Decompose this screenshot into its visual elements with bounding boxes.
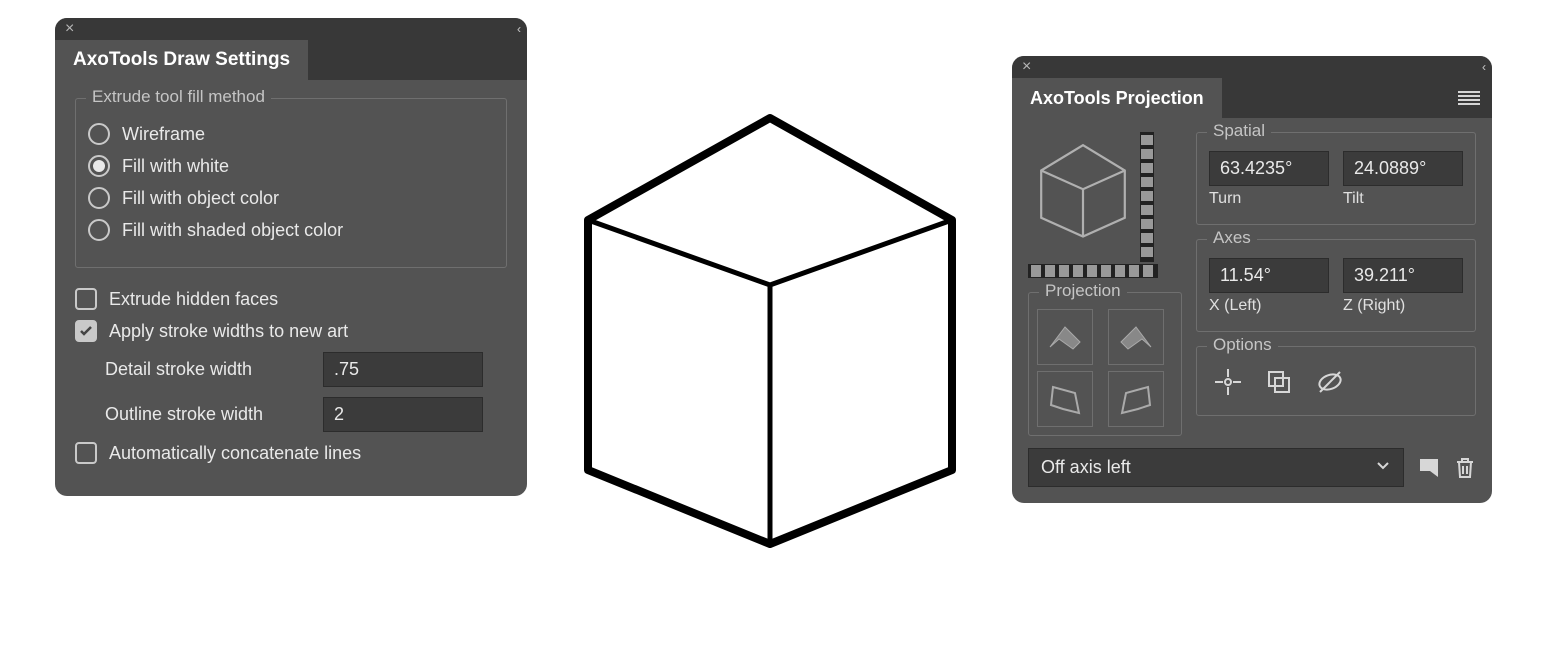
detail-stroke-input[interactable] xyxy=(323,352,483,387)
x-axis-input[interactable] xyxy=(1209,258,1329,293)
checkbox-label: Apply stroke widths to new art xyxy=(109,321,348,342)
checkbox-apply-stroke[interactable]: Apply stroke widths to new art xyxy=(75,320,507,342)
preview-column: Projection xyxy=(1028,132,1182,436)
chevron-down-icon xyxy=(1375,457,1391,478)
radio-fill-white[interactable]: Fill with white xyxy=(88,155,494,177)
projection-tab[interactable]: AxoTools Projection xyxy=(1012,78,1222,118)
tilt-input[interactable] xyxy=(1343,151,1463,186)
preview-row xyxy=(1028,132,1182,262)
close-icon[interactable]: × xyxy=(1022,58,1031,76)
preset-dropdown[interactable]: Off axis left xyxy=(1028,448,1404,487)
radio-icon xyxy=(88,123,110,145)
radio-icon xyxy=(88,219,110,241)
options-fieldset: Options xyxy=(1196,346,1476,416)
draw-settings-tab[interactable]: AxoTools Draw Settings xyxy=(55,40,308,80)
projection-front-button[interactable] xyxy=(1108,371,1164,427)
projection-panel: × ‹‹ AxoTools Projection xyxy=(1012,56,1492,503)
radio-icon xyxy=(88,155,110,177)
axes-legend: Axes xyxy=(1207,228,1257,248)
projection-grid xyxy=(1037,301,1173,427)
radio-label: Fill with white xyxy=(122,156,229,177)
panel-body: Projection xyxy=(1012,118,1492,503)
footer-row: Off axis left xyxy=(1028,448,1476,487)
tilt-ruler[interactable] xyxy=(1140,132,1154,262)
fill-method-legend: Extrude tool fill method xyxy=(86,87,271,107)
outline-stroke-input[interactable] xyxy=(323,397,483,432)
projection-legend: Projection xyxy=(1039,281,1127,301)
projection-fieldset: Projection xyxy=(1028,292,1182,436)
radio-fill-object-color[interactable]: Fill with object color xyxy=(88,187,494,209)
tab-row: AxoTools Draw Settings xyxy=(55,40,527,80)
spatial-fieldset: Spatial Turn Tilt xyxy=(1196,132,1476,225)
radio-label: Fill with shaded object color xyxy=(122,220,343,241)
checkbox-extrude-hidden[interactable]: Extrude hidden faces xyxy=(75,288,507,310)
radio-fill-shaded[interactable]: Fill with shaded object color xyxy=(88,219,494,241)
top-section: Projection xyxy=(1028,132,1476,436)
projection-top-button[interactable] xyxy=(1037,309,1093,365)
hamburger-icon xyxy=(1458,91,1480,105)
z-axis-input[interactable] xyxy=(1343,258,1463,293)
checkbox-icon xyxy=(75,442,97,464)
copy-icon[interactable] xyxy=(1265,368,1293,396)
options-legend: Options xyxy=(1207,335,1278,355)
checkbox-icon xyxy=(75,320,97,342)
checkbox-label: Automatically concatenate lines xyxy=(109,443,361,464)
panel-menu-button[interactable] xyxy=(1446,91,1492,105)
values-column: Spatial Turn Tilt Axes xyxy=(1196,132,1476,436)
turn-label: Turn xyxy=(1209,190,1329,208)
center-point-icon[interactable] xyxy=(1213,367,1243,397)
radio-wireframe[interactable]: Wireframe xyxy=(88,123,494,145)
detail-stroke-label: Detail stroke width xyxy=(105,359,305,380)
cube-preview xyxy=(1028,132,1138,242)
close-icon[interactable]: × xyxy=(65,20,74,38)
ellipse-axes-icon[interactable] xyxy=(1315,367,1345,397)
turn-ruler[interactable] xyxy=(1028,264,1158,278)
spatial-legend: Spatial xyxy=(1207,121,1271,141)
projection-right-button[interactable] xyxy=(1108,309,1164,365)
draw-settings-panel: × ‹‹ AxoTools Draw Settings Extrude tool… xyxy=(55,18,527,496)
panel-body: Extrude tool fill method Wireframe Fill … xyxy=(55,80,527,496)
tilt-label: Tilt xyxy=(1343,190,1463,208)
outline-stroke-label: Outline stroke width xyxy=(105,404,305,425)
save-preset-icon[interactable] xyxy=(1418,457,1440,479)
trash-icon[interactable] xyxy=(1454,456,1476,480)
radio-label: Wireframe xyxy=(122,124,205,145)
projection-left-button[interactable] xyxy=(1037,371,1093,427)
radio-label: Fill with object color xyxy=(122,188,279,209)
dropdown-value: Off axis left xyxy=(1041,457,1131,478)
checkbox-icon xyxy=(75,288,97,310)
checkbox-label: Extrude hidden faces xyxy=(109,289,278,310)
panel-header: × ‹‹ xyxy=(55,18,527,40)
detail-stroke-row: Detail stroke width xyxy=(105,352,507,387)
axes-fieldset: Axes X (Left) Z (Right) xyxy=(1196,239,1476,332)
fill-method-fieldset: Extrude tool fill method Wireframe Fill … xyxy=(75,98,507,268)
x-axis-label: X (Left) xyxy=(1209,297,1329,315)
radio-icon xyxy=(88,187,110,209)
turn-input[interactable] xyxy=(1209,151,1329,186)
checkbox-concat[interactable]: Automatically concatenate lines xyxy=(75,442,507,464)
outline-stroke-row: Outline stroke width xyxy=(105,397,507,432)
panel-header: × ‹‹ xyxy=(1012,56,1492,78)
tab-row: AxoTools Projection xyxy=(1012,78,1492,118)
z-axis-label: Z (Right) xyxy=(1343,297,1463,315)
cube-illustration xyxy=(560,90,980,560)
